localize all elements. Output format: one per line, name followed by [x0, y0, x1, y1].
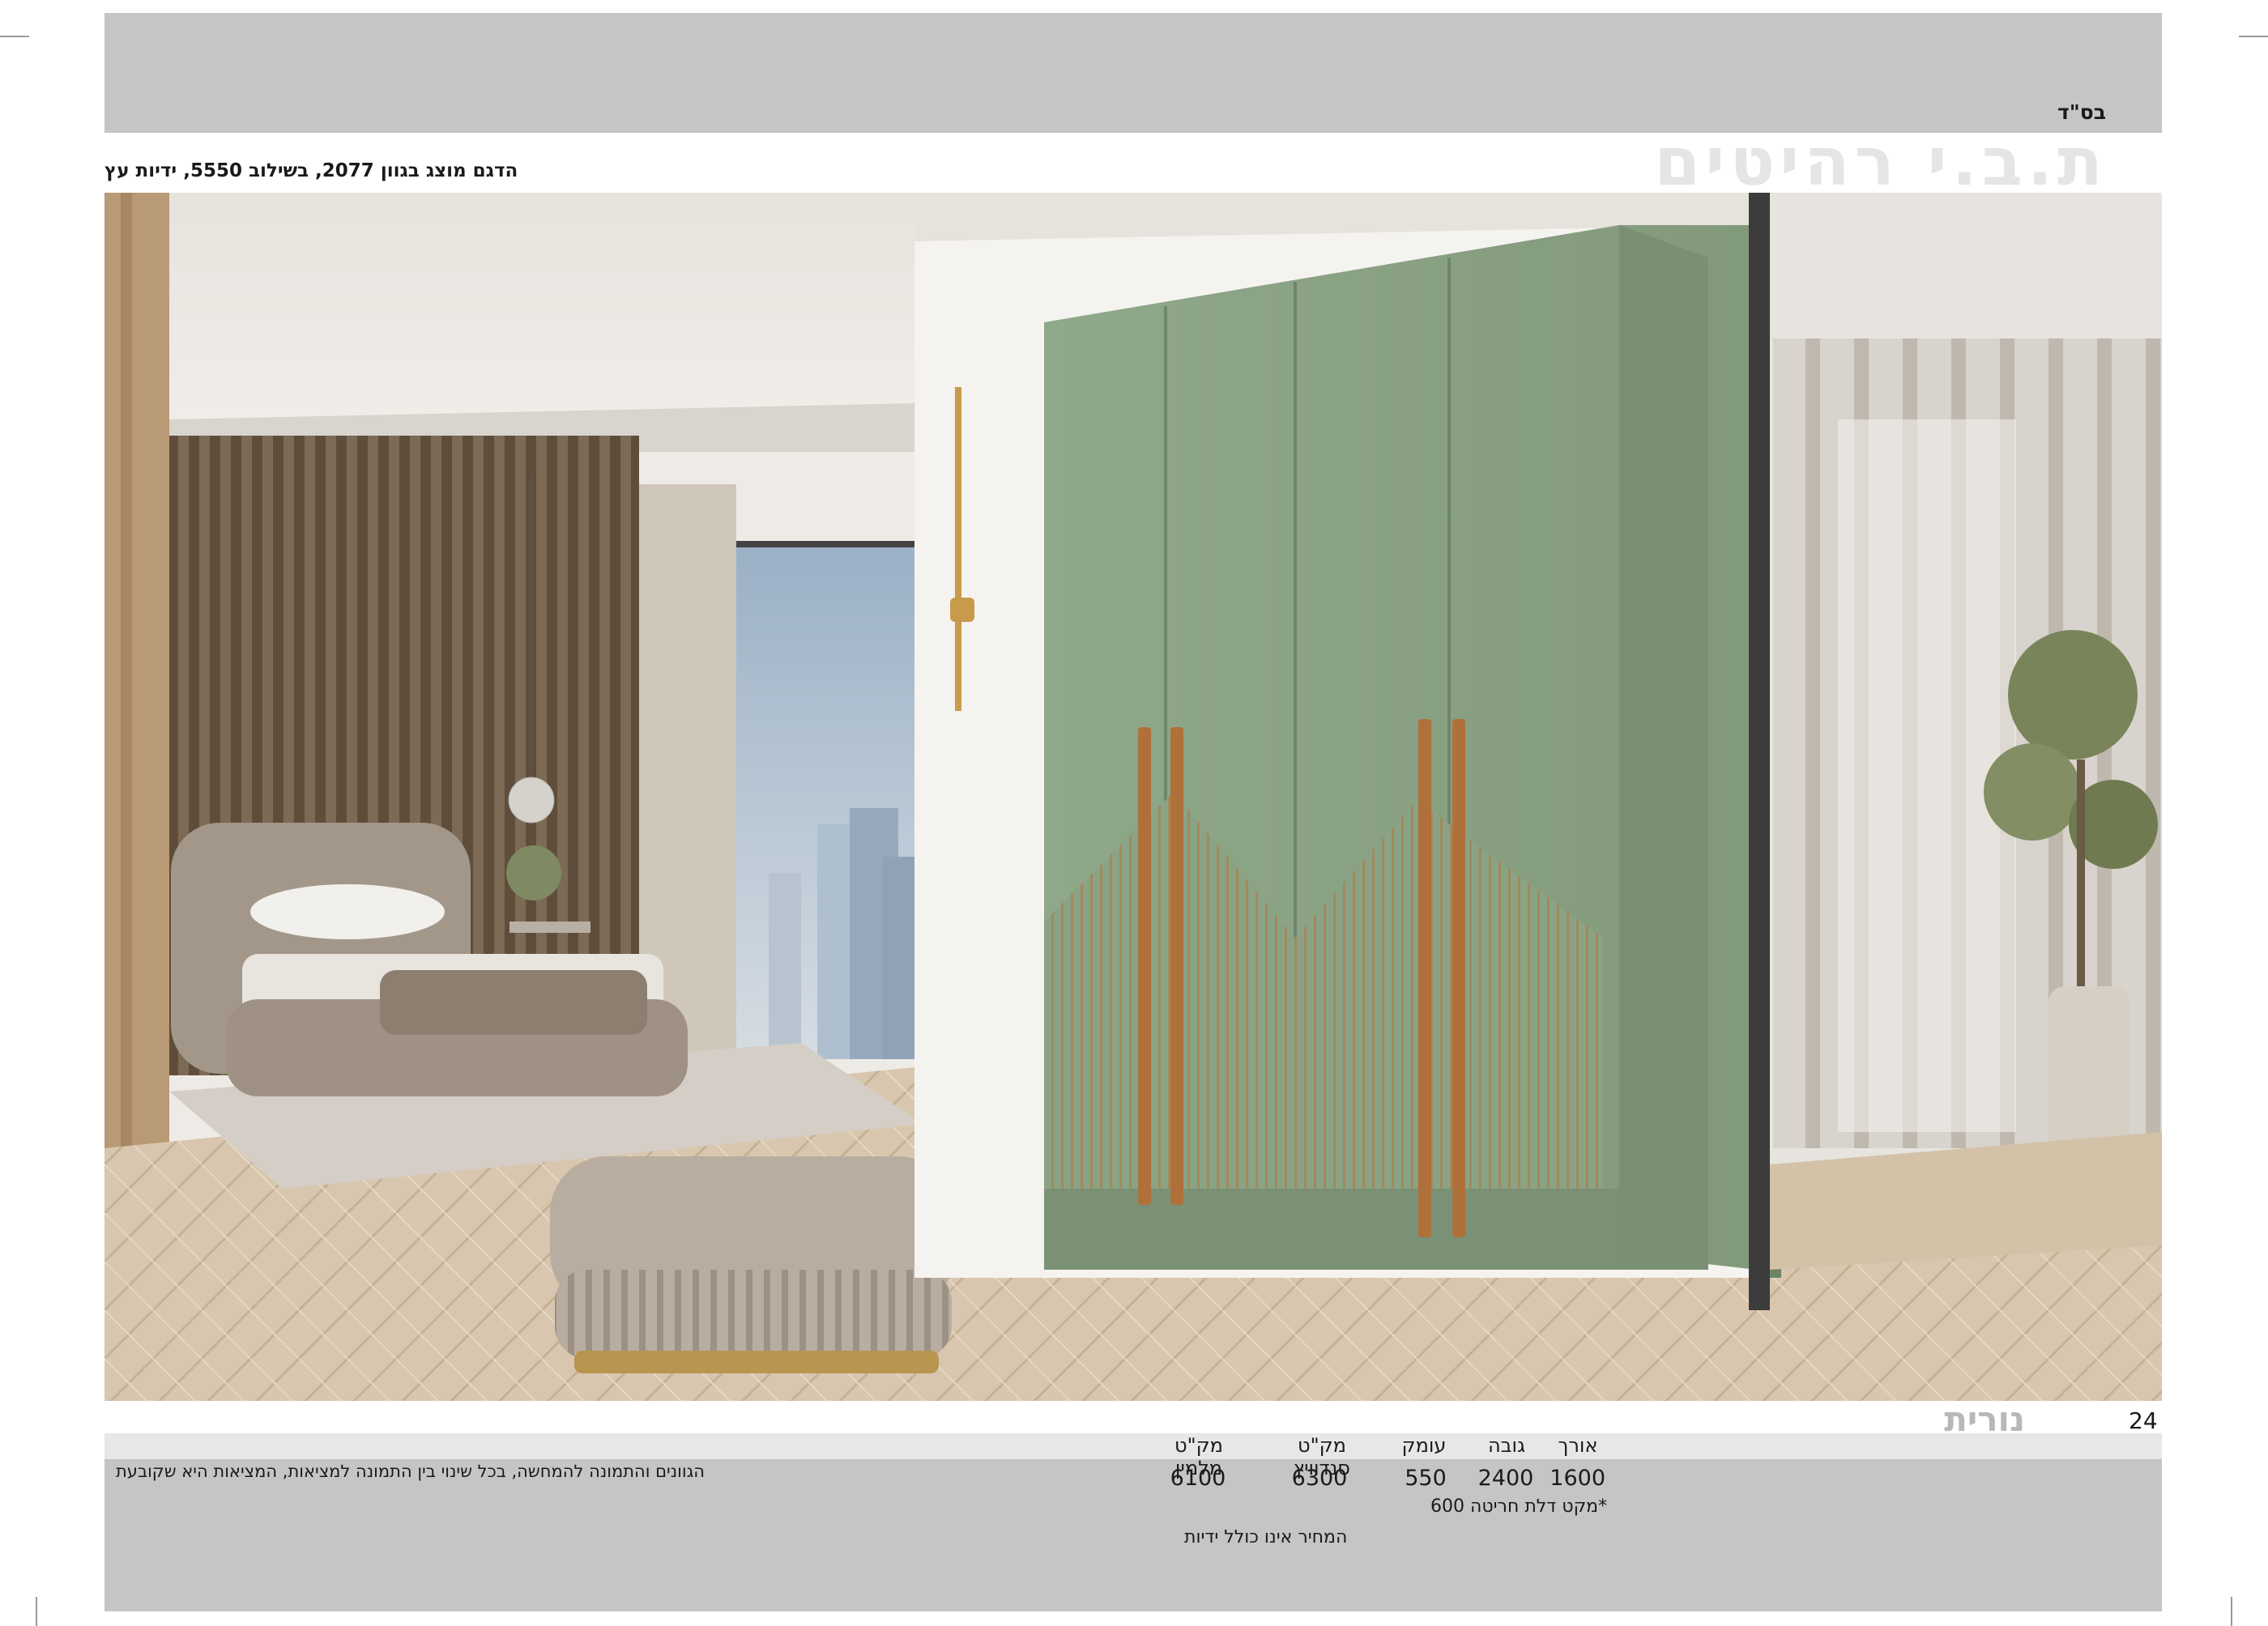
spec-header-depth: עומק — [1401, 1434, 1447, 1457]
spec-header-height: גובה — [1488, 1434, 1525, 1457]
crop-mark — [2239, 36, 2268, 37]
price-note: המחיר אינו כולל ידיות — [1184, 1527, 1348, 1547]
crop-mark — [2231, 1597, 2232, 1626]
crop-mark — [36, 1597, 37, 1626]
model-caption: הדגם מוצג בגוון 2077, בשילוב 5550, ידיות… — [104, 160, 518, 181]
spec-header-length: אורך — [1558, 1434, 1598, 1457]
disclaimer-text: הגוונים והתמונה להמחשה, בכל שינוי בין הת… — [116, 1462, 705, 1481]
spec-value-sandwich-sku: 6300 — [1291, 1466, 1348, 1491]
brand-logo: ת.ב.י רהיטים — [1654, 124, 2108, 201]
page-number: 24 — [2129, 1407, 2158, 1434]
spec-header-band — [104, 1433, 2162, 1459]
crop-mark — [0, 36, 29, 37]
spec-value-melamine-sku: 6100 — [1170, 1466, 1226, 1491]
spec-value-length: 1600 — [1550, 1466, 1605, 1491]
besd-mark: בס"ד — [2057, 100, 2106, 124]
spec-band — [104, 1459, 2162, 1611]
spec-value-depth: 550 — [1405, 1466, 1447, 1491]
groove-door-note: *מקט דלת חריטה 600 — [1430, 1496, 1608, 1517]
spec-value-height: 2400 — [1477, 1466, 1534, 1491]
header-band — [104, 13, 2162, 133]
product-photo — [104, 193, 2162, 1401]
